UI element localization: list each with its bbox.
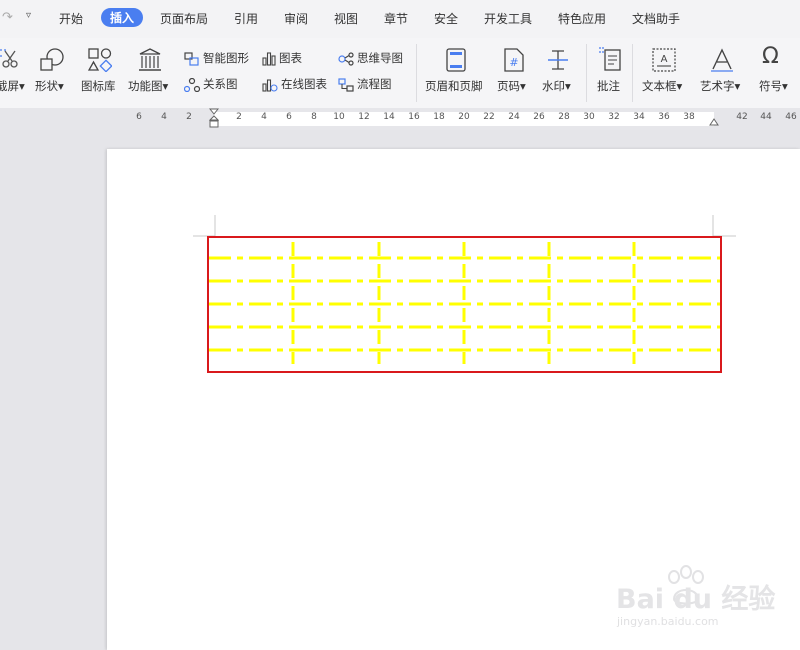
omega-icon: Ω [762, 44, 779, 69]
function-diagram-button[interactable]: 功能图▾ [126, 38, 174, 108]
watermark-url: jingyan.baidu.com [617, 615, 719, 628]
function-diagram-label: 功能图▾ [128, 79, 169, 93]
page-number-button[interactable]: # 页码▾ [494, 38, 534, 108]
ruler-tick: 34 [633, 112, 645, 122]
ruler-tick: 44 [760, 112, 772, 122]
ruler-tick: 2 [236, 112, 242, 122]
ruler-tick: 18 [433, 112, 445, 122]
ruler-tick: 14 [383, 112, 395, 122]
quick-access-dropdown-icon[interactable]: ▿ [26, 10, 31, 21]
chart-button[interactable]: 图表 [262, 50, 302, 66]
ruler-tick: 10 [333, 112, 345, 122]
shape-label: 形状▾ [35, 79, 64, 93]
menu-item-dev-tools[interactable]: 开发工具 [484, 10, 532, 27]
left-indent-marker[interactable] [209, 108, 219, 130]
header-footer-button[interactable]: 页眉和页脚 [422, 38, 490, 108]
ruler-tick: 38 [683, 112, 695, 122]
relation-diagram-button[interactable]: 关系图 [184, 76, 238, 92]
toolbar-divider [632, 44, 633, 102]
toolbar-divider [586, 44, 587, 102]
watermark-button[interactable]: 水印▾ [538, 38, 578, 108]
right-indent-marker[interactable] [709, 118, 719, 128]
baidu-watermark: Bai du 经验 jingyan.baidu.com [612, 565, 775, 635]
watermark-label: 水印▾ [542, 79, 571, 93]
symbol-button[interactable]: Ω 符号▾ [754, 38, 800, 108]
horizontal-ruler[interactable]: 6 4 2 2 4 6 8 10 12 14 16 18 20 22 24 26… [0, 108, 800, 131]
comment-icon [599, 47, 621, 71]
menu-item-page-layout[interactable]: 页面布局 [160, 10, 208, 27]
shape-icon [40, 48, 64, 71]
ruler-tick: 32 [608, 112, 620, 122]
ruler-tick: 12 [358, 112, 370, 122]
wordart-icon [711, 48, 733, 72]
menu-item-review[interactable]: 审阅 [284, 10, 308, 27]
watermark-logo-text: Bai du 经验 [616, 584, 776, 615]
ruler-tick: 4 [161, 112, 167, 122]
textbox-icon: A [652, 48, 676, 72]
ruler-tick: 8 [311, 112, 317, 122]
icon-library-button[interactable]: 图标库 [78, 38, 122, 108]
menu-item-insert[interactable]: 插入 [101, 8, 144, 27]
screenshot-button[interactable]: 截屏▾ [0, 38, 30, 108]
shape-button[interactable]: 形状▾ [33, 38, 73, 108]
ruler-tick: 42 [736, 112, 748, 122]
menu-item-chapter[interactable]: 章节 [384, 10, 408, 27]
svg-text:A: A [661, 54, 668, 65]
svg-text:#: # [509, 56, 518, 69]
menu-item-doc-assistant[interactable]: 文档助手 [632, 10, 680, 27]
menu-item-view[interactable]: 视图 [334, 10, 358, 27]
ruler-tick: 46 [785, 112, 797, 122]
menu-item-special-apps[interactable]: 特色应用 [558, 10, 606, 27]
ruler-tick: 4 [261, 112, 267, 122]
ruler-tick: 22 [483, 112, 495, 122]
bar-chart-icon [262, 51, 276, 66]
ruler-tick: 30 [583, 112, 595, 122]
scissors-icon [0, 49, 18, 68]
mind-map-icon [338, 51, 354, 66]
page-number-label: 页码▾ [497, 79, 526, 93]
page-number-icon: # [504, 48, 524, 72]
comment-button[interactable]: 批注 [592, 38, 628, 108]
redo-icon[interactable]: ↷ [2, 10, 13, 25]
header-footer-icon [446, 48, 466, 72]
wordart-button[interactable]: 艺术字▾ [698, 38, 750, 108]
wordart-label: 艺术字▾ [700, 79, 741, 93]
toolbar-divider [416, 44, 417, 102]
menu-item-reference[interactable]: 引用 [234, 10, 258, 27]
function-diagram-icon [139, 48, 161, 71]
screenshot-label: 截屏▾ [0, 79, 25, 93]
insert-ribbon: 截屏▾ 形状▾ 图标库 功能图▾ 智能图形 关系图 图表 在线图表 思维导图 流… [0, 38, 800, 109]
relation-diagram-icon [184, 77, 200, 92]
flowchart-button[interactable]: 流程图 [338, 76, 392, 92]
icon-library-icon [88, 48, 112, 72]
ruler-tick: 20 [458, 112, 470, 122]
watermark-icon [548, 50, 568, 70]
ruler-tick: 36 [658, 112, 670, 122]
icon-library-label: 图标库 [81, 79, 116, 93]
textbox-button[interactable]: A 文本框▾ [640, 38, 692, 108]
textbox-label: 文本框▾ [642, 79, 683, 93]
ruler-tick: 16 [408, 112, 420, 122]
symbol-label: 符号▾ [759, 79, 788, 93]
menu-bar: ↷ ▿ 开始 插入 页面布局 引用 审阅 视图 章节 安全 开发工具 特色应用 … [0, 0, 800, 38]
flowchart-icon [338, 77, 354, 92]
header-footer-label: 页眉和页脚 [425, 79, 483, 93]
comment-label: 批注 [597, 79, 620, 93]
table-selection-box[interactable] [207, 236, 722, 373]
smartart-icon [184, 51, 199, 66]
ruler-tick: 2 [186, 112, 192, 122]
ruler-tick: 6 [286, 112, 292, 122]
online-chart-button[interactable]: 在线图表 [262, 76, 327, 92]
menu-item-start[interactable]: 开始 [59, 10, 83, 27]
ruler-tick: 6 [136, 112, 142, 122]
mind-map-button[interactable]: 思维导图 [338, 50, 403, 66]
smartart-button[interactable]: 智能图形 [184, 50, 249, 66]
ruler-tick: 28 [558, 112, 570, 122]
ruler-tick: 26 [533, 112, 545, 122]
menu-item-security[interactable]: 安全 [434, 10, 458, 27]
ruler-tick: 24 [508, 112, 520, 122]
online-chart-icon [262, 78, 278, 92]
